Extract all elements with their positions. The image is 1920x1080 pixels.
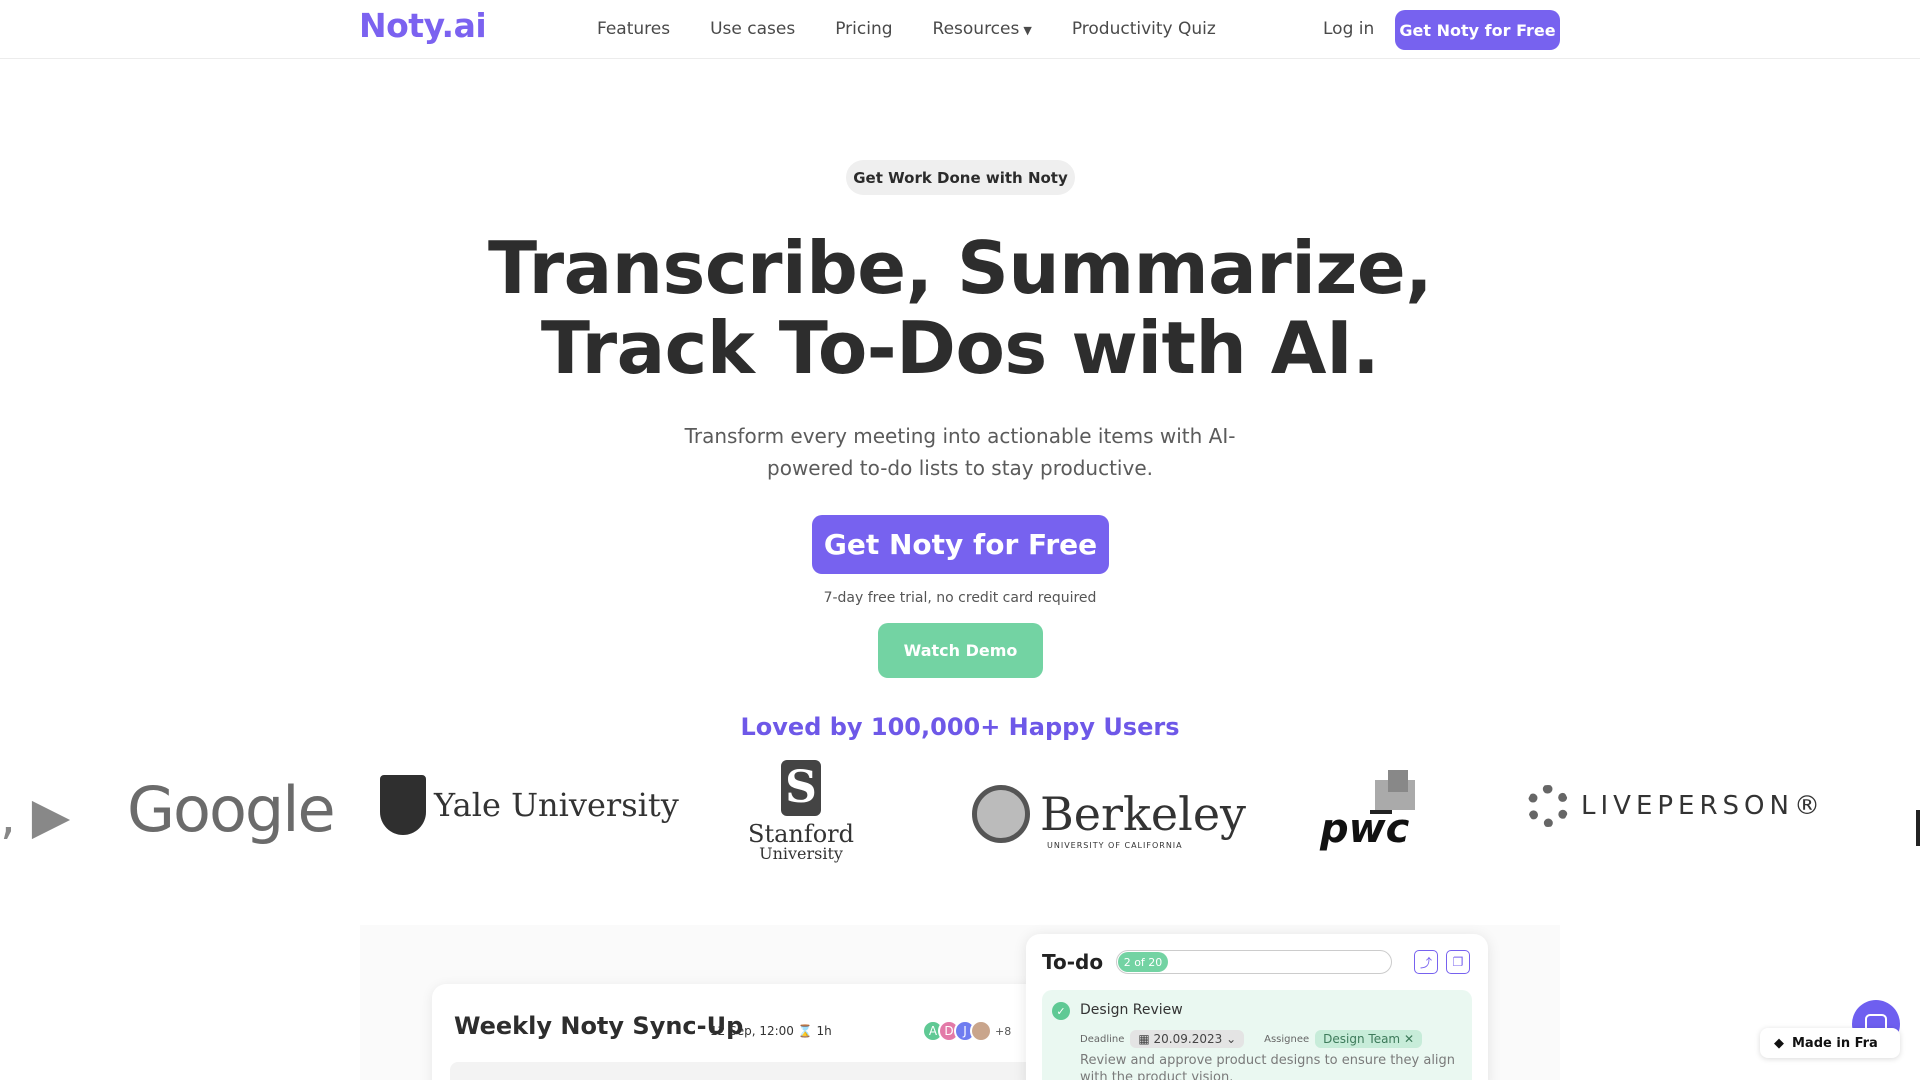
stanford-s-icon: S — [781, 760, 822, 816]
google-logo: Google — [127, 773, 336, 846]
trial-note: 7-day free trial, no credit card require… — [823, 590, 1097, 606]
framer-badge-text: Made in Fra — [1792, 1035, 1878, 1051]
made-in-framer-badge[interactable]: ◆ Made in Fra — [1760, 1028, 1900, 1058]
subtitle-line-1: Transform every meeting into actionable … — [684, 424, 1236, 448]
noty-logo[interactable]: Noty.ai — [359, 6, 487, 45]
deadline-value: 20.09.2023 — [1153, 1032, 1223, 1046]
yale-logo-text: Yale University — [434, 786, 679, 824]
top-nav: Noty.ai Features Use cases Pricing Resou… — [0, 0, 1920, 59]
avatar-photo — [970, 1020, 992, 1042]
share-icon[interactable]: ⤴ — [1414, 950, 1438, 974]
nav-resources-label: Resources — [932, 19, 1020, 39]
task-description: Review and approve product designs to en… — [1080, 1053, 1456, 1080]
pwc-block-icon — [1388, 770, 1408, 792]
hourglass-icon: ⌛ — [797, 1024, 813, 1038]
hero-signup-button[interactable]: Get Noty for Free — [812, 515, 1109, 574]
watch-demo-button[interactable]: Watch Demo — [878, 623, 1043, 678]
nav-productivity-quiz[interactable]: Productivity Quiz — [1072, 19, 1216, 39]
partial-logo-arrow-icon: , ▶ — [0, 787, 71, 845]
close-icon[interactable]: ✕ — [1400, 1032, 1414, 1046]
nav-pricing[interactable]: Pricing — [835, 19, 892, 39]
todo-progress-fill: 2 of 20 — [1118, 952, 1168, 972]
calendar-icon: ▦ — [1138, 1032, 1154, 1046]
hero-subtitle: Transform every meeting into actionable … — [660, 420, 1260, 484]
stanford-logo-subtext: University — [759, 844, 843, 863]
assignee-value: Design Team — [1323, 1032, 1401, 1046]
login-link[interactable]: Log in — [1323, 19, 1374, 39]
headline-line-2: Track To-Dos with AI. — [540, 306, 1380, 390]
pwc-logo-text: pwc — [1320, 806, 1410, 852]
copy-icon[interactable]: ❐ — [1446, 950, 1470, 974]
yale-shield-icon — [380, 775, 426, 835]
liveperson-logo: LIVEPERSON® — [1527, 785, 1825, 827]
todo-task: ✓ Design Review Deadline ▦ 20.09.2023 ⌄ … — [1042, 990, 1472, 1080]
stanford-logo: S Stanford University — [748, 760, 854, 863]
todo-progress: 2 of 20 — [1116, 950, 1392, 974]
berkeley-logo-text: Berkeley — [1040, 787, 1247, 841]
nav-links: Features Use cases Pricing Resources ▼ Pr… — [597, 19, 1216, 39]
participant-avatars: A D J +8 — [922, 1020, 1012, 1042]
todo-card: To-do 2 of 20 ⤴ ❐ ✓ Design Review Deadli… — [1026, 934, 1488, 1080]
pwc-logo: pwc — [1320, 770, 1430, 852]
liveperson-gear-icon — [1527, 785, 1569, 827]
task-title: Design Review — [1080, 1002, 1183, 1018]
meeting-tabs — [450, 1062, 1040, 1080]
berkeley-logo: Berkeley UNIVERSITY OF CALIFORNIA — [972, 785, 1247, 850]
social-proof-heading: Loved by 100,000+ Happy Users — [740, 713, 1180, 741]
headline-line-1: Transcribe, Summarize, — [487, 226, 1433, 310]
assignee-chip[interactable]: Design Team ✕ — [1315, 1030, 1422, 1048]
yale-logo: Yale University — [380, 775, 679, 835]
more-participants: +8 — [995, 1024, 1012, 1038]
task-meta: Deadline ▦ 20.09.2023 ⌄ Assignee Design … — [1080, 1030, 1422, 1048]
subtitle-line-2: powered to-do lists to stay productive. — [767, 456, 1153, 480]
meeting-duration: 1h — [816, 1024, 832, 1038]
hero-pill: Get Work Done with Noty — [846, 160, 1075, 195]
nav-signup-button[interactable]: Get Noty for Free — [1395, 10, 1560, 50]
partial-logo-edge — [1916, 810, 1920, 846]
todo-title: To-do — [1042, 950, 1104, 974]
deadline-chip[interactable]: ▦ 20.09.2023 ⌄ — [1130, 1030, 1245, 1048]
berkeley-seal-icon — [972, 785, 1030, 843]
nav-use-cases[interactable]: Use cases — [710, 19, 795, 39]
liveperson-logo-text: LIVEPERSON® — [1581, 791, 1825, 821]
customer-logos: , ▶ Google Yale University S Stanford Un… — [0, 760, 1920, 870]
meeting-title: Weekly Noty Sync-Up — [454, 1012, 744, 1040]
framer-icon: ◆ — [1774, 1035, 1784, 1051]
deadline-label: Deadline — [1080, 1033, 1125, 1045]
meeting-meta: 12 Sep, 12:00 ⌛ 1h — [710, 1024, 832, 1038]
meeting-date: 12 Sep, 12:00 — [710, 1024, 794, 1038]
check-icon[interactable]: ✓ — [1052, 1002, 1070, 1020]
nav-features[interactable]: Features — [597, 19, 670, 39]
assignee-label: Assignee — [1264, 1033, 1310, 1045]
meeting-card: Weekly Noty Sync-Up 12 Sep, 12:00 ⌛ 1h A… — [432, 984, 1052, 1080]
nav-resources[interactable]: Resources ▼ — [933, 19, 1032, 39]
caret-down-icon: ▼ — [1023, 24, 1032, 37]
berkeley-logo-subtext: UNIVERSITY OF CALIFORNIA — [1047, 841, 1183, 850]
chevron-down-icon: ⌄ — [1222, 1032, 1237, 1046]
hero-headline: Transcribe, Summarize, Track To-Dos with… — [460, 228, 1460, 388]
